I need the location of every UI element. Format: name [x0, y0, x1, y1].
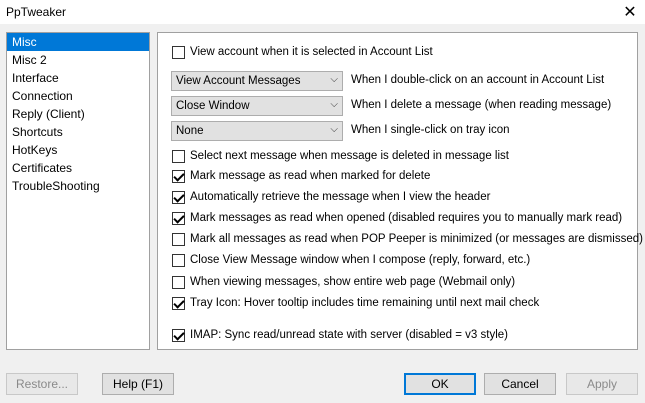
ok-button[interactable]: OK — [404, 373, 476, 395]
sidebar-item-misc[interactable]: Misc — [7, 33, 149, 51]
option-row[interactable]: When viewing messages, show entire web p… — [172, 274, 515, 290]
sidebar-item-hotkeys[interactable]: HotKeys — [7, 141, 149, 159]
option-label: Mark messages as read when opened (disab… — [190, 212, 623, 224]
option-row[interactable]: Close View Message window when I compose… — [172, 252, 530, 268]
option-label: Mark all messages as read when POP Peepe… — [190, 233, 643, 245]
option-label: Select next message when message is dele… — [190, 150, 509, 162]
sidebar-item-interface[interactable]: Interface — [7, 69, 149, 87]
tray-tooltip-checkbox[interactable] — [172, 296, 185, 310]
option-label: Close View Message window when I compose… — [190, 254, 531, 266]
view-account-option[interactable]: View account when it is selected in Acco… — [172, 44, 433, 60]
double-click-action-select[interactable]: View Account Messages ⌵ — [171, 71, 343, 91]
sidebar-item-certificates[interactable]: Certificates — [7, 159, 149, 177]
tray-click-action-label: When I single-click on tray icon — [351, 124, 510, 136]
window-title: PpTweaker — [6, 5, 67, 19]
help-button[interactable]: Help (F1) — [102, 373, 174, 395]
sidebar-item-connection[interactable]: Connection — [7, 87, 149, 105]
option-row[interactable]: Mark all messages as read when POP Peepe… — [172, 231, 643, 247]
option-row[interactable]: Tray Icon: Hover tooltip includes time r… — [172, 295, 539, 311]
option-row[interactable]: Mark message as read when marked for del… — [172, 168, 430, 184]
auto-retrieve-checkbox[interactable] — [172, 190, 185, 204]
delete-action-value: Close Window — [176, 100, 250, 112]
apply-button[interactable]: Apply — [566, 373, 638, 395]
double-click-action-value: View Account Messages — [176, 75, 301, 87]
option-label: When viewing messages, show entire web p… — [190, 276, 516, 288]
option-row[interactable]: Mark messages as read when opened (disab… — [172, 210, 622, 226]
option-label: IMAP: Sync read/unread state with server… — [190, 329, 508, 341]
delete-action-select[interactable]: Close Window ⌵ — [171, 96, 343, 116]
imap-sync-checkbox[interactable] — [172, 328, 185, 342]
sidebar-item-reply-client[interactable]: Reply (Client) — [7, 105, 149, 123]
cancel-button[interactable]: Cancel — [484, 373, 556, 395]
chevron-down-icon: ⌵ — [330, 74, 338, 85]
mark-read-delete-checkbox[interactable] — [172, 169, 185, 183]
double-click-action-label: When I double-click on an account in Acc… — [351, 74, 605, 86]
select-next-checkbox[interactable] — [172, 149, 185, 163]
mark-all-read-checkbox[interactable] — [172, 232, 185, 246]
tray-click-action-value: None — [176, 125, 204, 137]
category-list[interactable]: Misc Misc 2 Interface Connection Reply (… — [6, 32, 150, 350]
option-label: Mark message as read when marked for del… — [190, 170, 431, 182]
show-web-page-checkbox[interactable] — [172, 275, 185, 289]
option-row[interactable]: Select next message when message is dele… — [172, 148, 509, 164]
settings-panel: View account when it is selected in Acco… — [157, 32, 643, 350]
title-bar: PpTweaker ✕ — [0, 0, 645, 24]
option-label: Tray Icon: Hover tooltip includes time r… — [190, 297, 540, 309]
close-view-compose-checkbox[interactable] — [172, 253, 185, 267]
close-icon[interactable]: ✕ — [615, 0, 645, 24]
view-account-checkbox[interactable] — [172, 45, 185, 59]
tray-click-action-select[interactable]: None ⌵ — [171, 121, 343, 141]
chevron-down-icon: ⌵ — [330, 124, 338, 135]
option-row[interactable]: Automatically retrieve the message when … — [172, 189, 490, 205]
sidebar-item-shortcuts[interactable]: Shortcuts — [7, 123, 149, 141]
chevron-down-icon: ⌵ — [330, 99, 338, 110]
sidebar-item-troubleshooting[interactable]: TroubleShooting — [7, 177, 149, 195]
view-account-label: View account when it is selected in Acco… — [190, 46, 433, 58]
restore-button[interactable]: Restore... — [6, 373, 78, 395]
delete-action-label: When I delete a message (when reading me… — [351, 99, 612, 111]
mark-read-opened-checkbox[interactable] — [172, 211, 185, 225]
option-label: Automatically retrieve the message when … — [190, 191, 491, 203]
sidebar-item-misc-2[interactable]: Misc 2 — [7, 51, 149, 69]
option-row[interactable]: IMAP: Sync read/unread state with server… — [172, 327, 508, 343]
